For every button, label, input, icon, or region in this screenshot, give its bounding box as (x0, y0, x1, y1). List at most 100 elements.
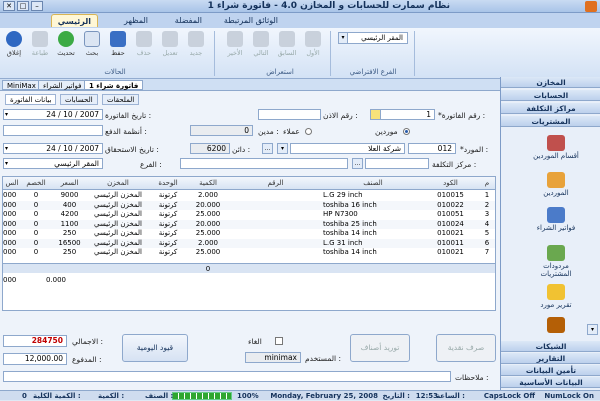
edit-button[interactable]: تعديل (159, 31, 181, 63)
table-cell[interactable]: كرتونة (148, 201, 188, 211)
tab-invoice-data[interactable]: بيانات الفاتورة (5, 94, 57, 105)
last-record-button[interactable]: الأخير (224, 31, 246, 63)
app-logo-icon[interactable] (585, 1, 597, 12)
save-button[interactable]: حفظ (107, 31, 129, 63)
table-cell[interactable]: 5 (478, 229, 495, 239)
supply-items-button[interactable]: توريد أصناف (350, 334, 410, 362)
items-grid[interactable]: م الكود الصنف الرقم الكمية الوحدة المخزن… (2, 176, 496, 311)
table-cell[interactable]: كرتونة (148, 220, 188, 230)
col-header-discount[interactable]: الخصم (21, 178, 51, 189)
col-header-warehouse[interactable]: المخزن (88, 178, 148, 189)
table-cell[interactable]: 25.000 (188, 210, 228, 220)
table-cell[interactable]: 010022 (423, 201, 478, 211)
table-cell[interactable]: 1 (478, 191, 495, 201)
close-button[interactable]: إغلاق (3, 31, 25, 63)
refresh-button[interactable]: تحديث (55, 31, 77, 63)
col-header-code[interactable]: الكود (423, 178, 478, 189)
payment-system-select[interactable] (3, 125, 103, 136)
tab-main[interactable]: الرئيسي (50, 14, 98, 27)
table-cell[interactable]: 000 (3, 229, 21, 239)
due-date-field[interactable]: 24 / 10 / 2007 ▾ (3, 143, 103, 154)
sidebar-item-purchase-returns[interactable]: مردودات المشتريات (531, 245, 581, 278)
invoice-date-field[interactable]: 24 / 10 / 2007 ▾ (3, 109, 103, 120)
print-button[interactable]: طباعة (29, 31, 51, 63)
table-row[interactable]: 2 010022 toshiba 16 inch 20.000 كرتونة المخزن… (3, 200, 495, 211)
sidebar-item-more[interactable] (531, 317, 581, 334)
paid-field[interactable]: 12,000.00 (3, 353, 67, 365)
table-row[interactable]: 7 010021 toshiba 14 inch 25.000 كرتونة المخزن… (3, 248, 495, 258)
sidebar-section-data-security[interactable]: تأمين البيانات (501, 365, 600, 376)
notes-field[interactable] (3, 371, 451, 382)
table-row[interactable]: 3 010051 HP N7300 25.000 كرتونة المخزن الرئيس… (3, 210, 495, 220)
sidebar-scroll-down-button[interactable]: ▾ (587, 324, 598, 335)
table-cell[interactable]: كرتونة (148, 210, 188, 220)
table-cell[interactable]: 000 (3, 239, 21, 249)
tab-favorites[interactable]: المفضلة (169, 14, 208, 27)
table-cell[interactable] (228, 210, 323, 220)
table-row[interactable]: 1 010015 L.G 29 inch 2.000 كرتونة المخزن الرئ… (3, 191, 495, 201)
table-cell[interactable]: 25.000 (188, 229, 228, 239)
table-cell[interactable]: 1100 (51, 220, 88, 230)
sidebar-section-accounts[interactable]: الحسابات (501, 90, 600, 101)
table-cell[interactable]: 2 (478, 201, 495, 211)
table-cell[interactable]: 25.000 (188, 248, 228, 258)
table-cell[interactable]: 0 (21, 191, 51, 201)
table-cell[interactable]: 0 (21, 248, 51, 258)
tab-attachments[interactable]: الملحقات (102, 94, 140, 105)
col-header-quantity[interactable]: الكمية (188, 178, 228, 189)
minimize-window-button[interactable]: – (31, 1, 43, 11)
branch-select[interactable]: المقر الرئيسي ▾ (3, 158, 103, 169)
table-cell[interactable]: 010015 (423, 191, 478, 201)
table-cell[interactable] (228, 191, 323, 201)
table-cell[interactable]: 250 (51, 229, 88, 239)
col-header-index[interactable]: م (478, 178, 495, 189)
table-cell[interactable]: 000 (3, 210, 21, 220)
table-row[interactable]: 6 010011 L.G 31 inch 2.000 كرتونة المخزن الرئ… (3, 238, 495, 249)
col-header-unit[interactable]: الوحدة (148, 178, 188, 189)
table-cell[interactable]: 010011 (423, 239, 478, 249)
table-cell[interactable]: المخزن الرئيسي (88, 191, 148, 201)
table-cell[interactable]: 20.000 (188, 220, 228, 230)
permit-number-field[interactable] (258, 109, 321, 120)
table-cell[interactable]: كرتونة (148, 239, 188, 249)
folder-icon[interactable] (370, 109, 381, 120)
table-cell[interactable]: toshiba 16 inch (323, 201, 423, 211)
delete-button[interactable]: حذف (133, 31, 155, 63)
table-cell[interactable] (228, 201, 323, 211)
sidebar-section-cost-centers[interactable]: مراكز التكلفة (501, 103, 600, 114)
close-window-button[interactable]: ✕ (3, 1, 15, 11)
col-header-number[interactable]: الرقم (228, 178, 323, 189)
table-cell[interactable]: 010024 (423, 220, 478, 230)
doc-tab-purchase-invoices[interactable]: فواتير الشراء (38, 80, 87, 90)
table-cell[interactable]: 0 (21, 220, 51, 230)
table-cell[interactable]: المخزن الرئيسي (88, 201, 148, 211)
table-cell[interactable]: 000 (3, 220, 21, 230)
table-cell[interactable]: 0 (21, 229, 51, 239)
table-cell[interactable] (228, 239, 323, 249)
table-cell[interactable]: toshiba 14 inch (323, 248, 423, 258)
tab-appearance[interactable]: المظهر (118, 14, 154, 27)
sidebar-section-warehouses[interactable]: المخازن (501, 77, 600, 88)
sidebar-section-checks[interactable]: الشيكات (501, 341, 600, 352)
default-branch-select[interactable]: ▾ المقر الرئيسي (338, 32, 408, 44)
tab-accounts[interactable]: الحسابات (60, 94, 98, 105)
supplier-dropdown-button[interactable]: ▾ (277, 143, 288, 154)
cost-center-name-field[interactable] (180, 158, 348, 169)
new-button[interactable]: جديد (185, 31, 207, 63)
cancel-checkbox[interactable] (275, 337, 283, 345)
table-cell[interactable]: toshiba 25 inch (323, 220, 423, 230)
sidebar-item-suppliers[interactable]: الموردين (531, 172, 581, 197)
table-cell[interactable]: 6 (478, 239, 495, 249)
doc-tab-minimax[interactable]: MiniMax (2, 80, 41, 90)
table-cell[interactable]: 250 (51, 248, 88, 258)
previous-record-button[interactable]: السابق (276, 31, 298, 63)
table-cell[interactable]: كرتونة (148, 248, 188, 258)
table-cell[interactable]: 010051 (423, 210, 478, 220)
table-cell[interactable]: 3 (478, 210, 495, 220)
tab-linked-documents[interactable]: الوثائق المرتبطة (218, 14, 284, 27)
sidebar-item-supplier-groups[interactable]: أقسام الموردين (531, 135, 581, 160)
table-row[interactable]: 5 010021 toshiba 14 inch 25.000 كرتونة المخزن… (3, 229, 495, 239)
table-cell[interactable]: 4 (478, 220, 495, 230)
invoice-number-field[interactable]: 1 (373, 109, 435, 120)
cash-disbursement-button[interactable]: صرف نقدية (436, 334, 496, 362)
